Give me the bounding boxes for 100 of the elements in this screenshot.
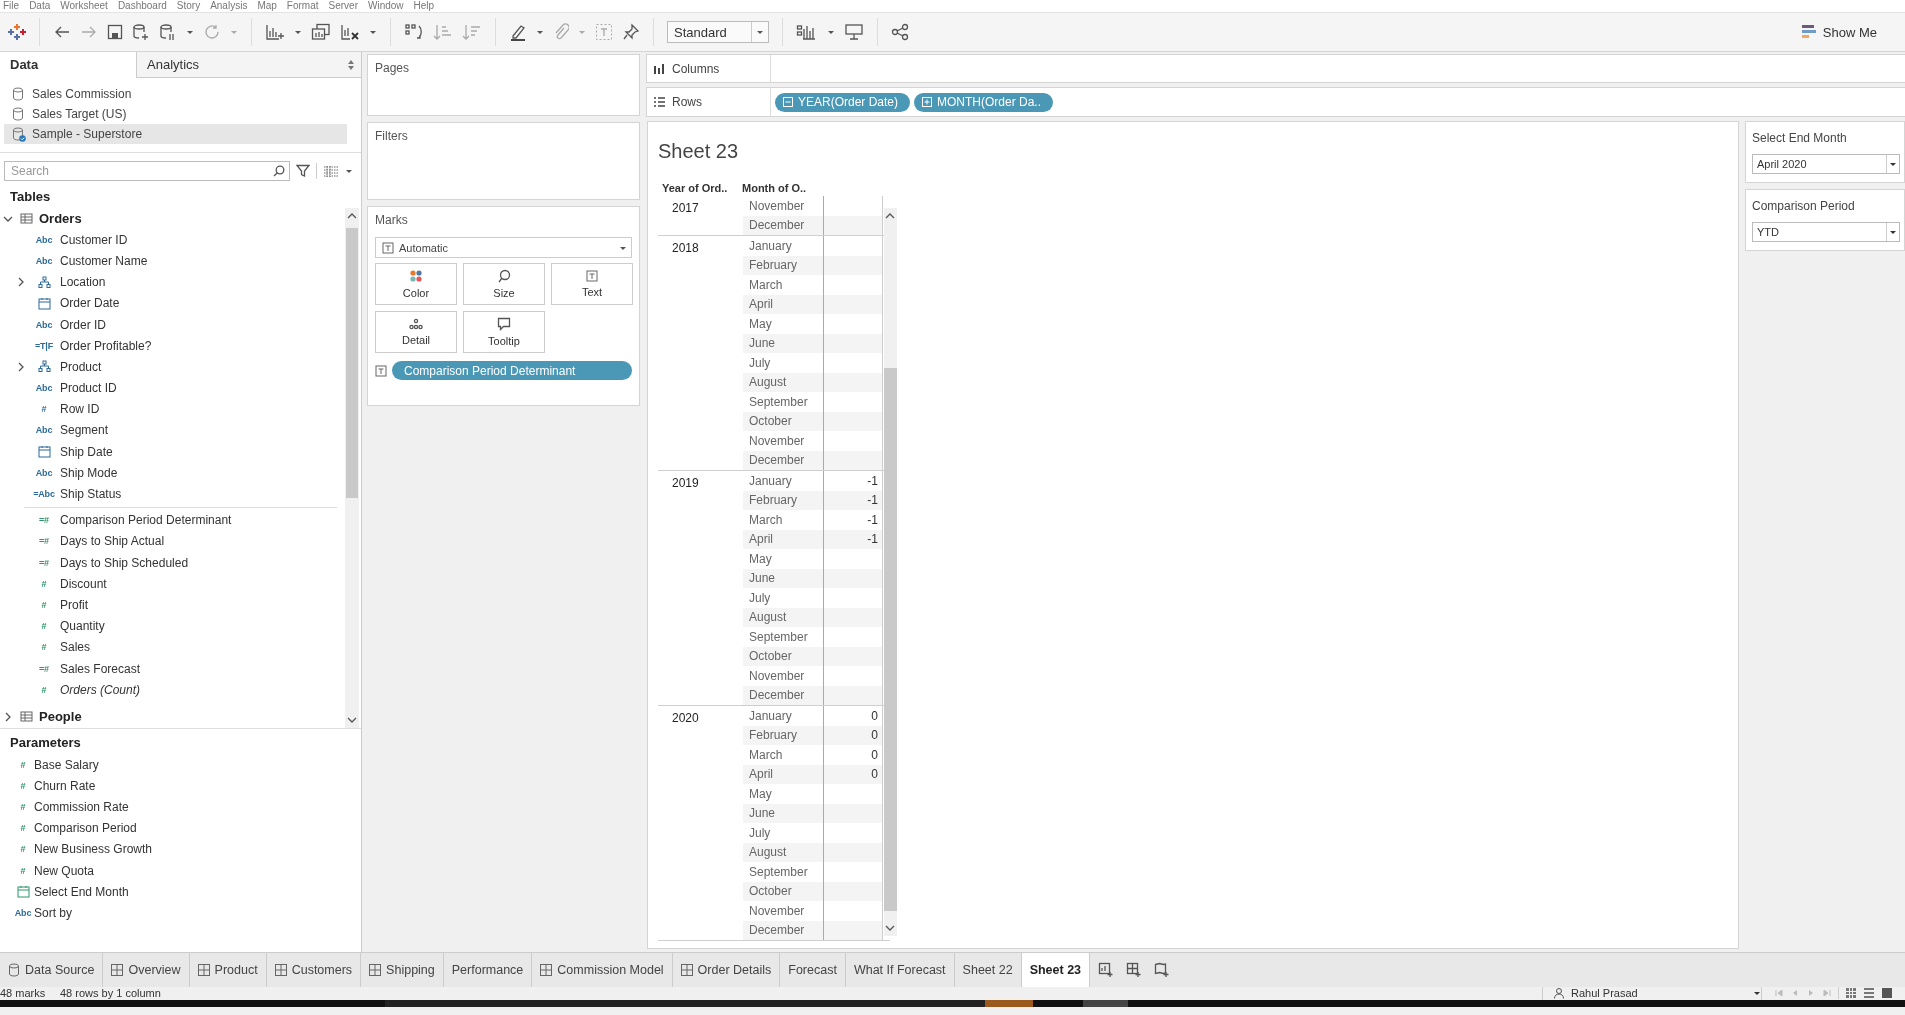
data-source-item[interactable]: Sales Commission bbox=[0, 84, 349, 104]
show-me-button[interactable]: Show Me bbox=[1800, 24, 1877, 40]
mark-property-button[interactable]: Size bbox=[463, 263, 545, 305]
hierarchy-icon bbox=[37, 275, 51, 289]
panel-tab[interactable]: Analytics bbox=[136, 52, 361, 78]
parameter-item[interactable]: Comparison Period bbox=[34, 821, 137, 836]
field-item[interactable]: Ship Mode bbox=[60, 465, 118, 480]
filter-icon[interactable] bbox=[296, 164, 310, 178]
menu-item[interactable]: File bbox=[2, 0, 29, 12]
field-item[interactable]: Product ID bbox=[60, 381, 117, 396]
new-worksheet-icon[interactable] bbox=[1098, 962, 1115, 978]
menu-item[interactable]: Map bbox=[256, 0, 286, 12]
list-view-icon[interactable] bbox=[1863, 987, 1875, 1000]
parameter-item[interactable]: Churn Rate bbox=[34, 778, 96, 793]
data-source-item[interactable]: Sales Target (US) bbox=[0, 104, 349, 124]
field-item[interactable]: Location bbox=[60, 275, 106, 290]
sort-arrows-icon[interactable] bbox=[347, 58, 355, 71]
pause-icon[interactable] bbox=[159, 23, 177, 41]
duplicate-icon[interactable] bbox=[311, 23, 331, 41]
menu-item[interactable]: Server bbox=[327, 0, 367, 12]
row-header: 2020 bbox=[671, 710, 700, 727]
menu-item[interactable]: Worksheet bbox=[59, 0, 117, 12]
parameter-item[interactable]: New Business Growth bbox=[34, 842, 153, 857]
row-header: March bbox=[748, 746, 784, 764]
field-item[interactable]: Customer Name bbox=[60, 253, 148, 268]
expand-icon[interactable] bbox=[922, 97, 933, 107]
parameter-item[interactable]: Commission Rate bbox=[34, 799, 129, 814]
parameter-item[interactable]: New Quota bbox=[34, 863, 95, 878]
list-view-icon[interactable] bbox=[323, 165, 339, 177]
new-worksheet-icon[interactable] bbox=[265, 23, 285, 41]
database-check-icon bbox=[12, 126, 26, 142]
field-item[interactable]: Segment bbox=[60, 423, 109, 438]
field-item[interactable]: Days to Ship Actual bbox=[60, 534, 165, 549]
swap-icon[interactable] bbox=[404, 23, 424, 41]
menu-item[interactable]: Data bbox=[28, 0, 60, 12]
field-item[interactable]: Sales Forecast bbox=[60, 661, 141, 676]
field-item[interactable]: Sales bbox=[60, 640, 91, 655]
field-item[interactable]: Profit bbox=[60, 597, 88, 612]
menu-item[interactable]: Format bbox=[285, 0, 328, 12]
mark-property-button[interactable]: Detail bbox=[375, 311, 457, 353]
field-item[interactable]: Row ID bbox=[60, 402, 100, 417]
share-icon[interactable] bbox=[891, 23, 909, 41]
table-cell bbox=[823, 803, 883, 823]
field-item[interactable]: Customer ID bbox=[60, 232, 128, 247]
menu-item[interactable]: Analysis bbox=[209, 0, 257, 12]
mark-property-button[interactable]: Tooltip bbox=[463, 311, 545, 353]
mark-type-dropdown[interactable]: Automatic bbox=[375, 237, 632, 258]
field-item[interactable]: Order Profitable? bbox=[60, 338, 152, 353]
table-item[interactable]: Orders bbox=[39, 211, 82, 227]
new-story-icon[interactable] bbox=[1154, 962, 1171, 978]
logo-icon[interactable] bbox=[8, 23, 26, 41]
save-icon[interactable] bbox=[107, 24, 123, 40]
back-icon[interactable] bbox=[53, 24, 71, 40]
row-header: October bbox=[743, 646, 823, 666]
field-item[interactable]: Days to Ship Scheduled bbox=[60, 555, 189, 570]
clear-sheet-icon[interactable] bbox=[340, 23, 360, 41]
scrollbar[interactable] bbox=[884, 208, 897, 936]
field-item[interactable]: Order ID bbox=[60, 317, 106, 332]
parameter-item[interactable]: Select End Month bbox=[34, 884, 129, 899]
table-item[interactable]: People bbox=[39, 709, 82, 725]
presentation-icon[interactable] bbox=[844, 23, 864, 41]
field-item[interactable]: Discount bbox=[60, 576, 107, 591]
color-icon bbox=[409, 269, 423, 283]
fit-dropdown[interactable]: Standard bbox=[667, 21, 769, 43]
filmstrip-view-icon[interactable] bbox=[1881, 987, 1893, 1000]
parameter-dropdown[interactable]: April 2020 bbox=[1752, 154, 1900, 174]
field-item[interactable]: Comparison Period Determinant bbox=[60, 513, 232, 528]
new-dashboard-icon[interactable] bbox=[1126, 962, 1143, 978]
database-icon bbox=[8, 963, 20, 977]
menu-item[interactable]: Help bbox=[412, 0, 444, 12]
mark-property-button[interactable]: Color bbox=[375, 263, 457, 305]
menu-item[interactable]: Dashboard bbox=[116, 0, 176, 12]
field-item[interactable]: Product bbox=[60, 359, 102, 374]
parameter-item[interactable]: Sort by bbox=[34, 905, 72, 920]
field-item[interactable]: Order Date bbox=[60, 296, 120, 311]
data-source-item[interactable]: Sample - Superstore bbox=[4, 124, 347, 144]
field-item[interactable]: Orders (Count) bbox=[60, 682, 141, 697]
pin-icon[interactable] bbox=[622, 23, 640, 41]
field-item[interactable]: Ship Status bbox=[60, 487, 122, 502]
table-cell bbox=[823, 568, 883, 588]
field-item[interactable]: Quantity bbox=[60, 619, 105, 634]
show-cards-icon[interactable] bbox=[796, 23, 818, 41]
menu-item[interactable]: Window bbox=[366, 0, 413, 12]
grid-view-icon[interactable] bbox=[1845, 987, 1857, 1000]
dashboard-icon bbox=[111, 964, 124, 976]
collapse-icon[interactable] bbox=[783, 97, 793, 107]
field-item[interactable]: Ship Date bbox=[60, 444, 113, 459]
highlight-icon[interactable] bbox=[509, 23, 527, 41]
section-heading: Tables bbox=[9, 188, 52, 206]
search-field[interactable]: Search bbox=[4, 161, 290, 181]
mark-property-button[interactable]: Text bbox=[551, 263, 633, 305]
parameter-item[interactable]: Base Salary bbox=[34, 757, 99, 772]
field-type-icon: Abc bbox=[35, 467, 53, 478]
scrollbar[interactable] bbox=[345, 208, 359, 728]
field-type-icon: Abc bbox=[35, 383, 53, 394]
user-menu[interactable]: Rahul Prasad bbox=[1542, 987, 1762, 1000]
menu-item[interactable]: Story bbox=[175, 0, 210, 12]
new-data-source-icon[interactable] bbox=[132, 23, 150, 41]
parameter-dropdown[interactable]: YTD bbox=[1752, 222, 1900, 242]
sheet-tab[interactable]: Sheet 23 bbox=[1021, 953, 1091, 987]
